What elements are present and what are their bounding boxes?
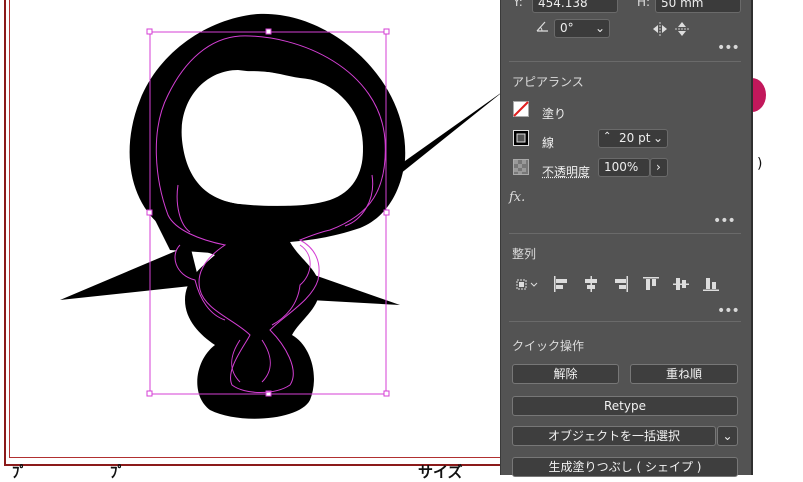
selection-handle-middle-left[interactable]	[147, 210, 152, 215]
angle-icon	[536, 19, 550, 33]
select-same-dropdown-button[interactable]: ⌄	[717, 426, 738, 446]
opacity-input[interactable]: 100%	[598, 158, 650, 177]
stroke-label[interactable]: 線	[542, 134, 554, 151]
selection-handle-bottom-right[interactable]	[384, 391, 389, 396]
fill-none-swatch-icon[interactable]	[513, 101, 529, 117]
align-vcenter-icon[interactable]	[673, 276, 689, 292]
generative-fill-button[interactable]: 生成塗りつぶし ( シェイプ )	[512, 457, 738, 477]
appearance-title: アピアランス	[512, 73, 584, 90]
align-to-icon[interactable]	[514, 276, 538, 292]
stepper-icon[interactable]: ⌃	[603, 128, 611, 145]
selection-handle-top-right[interactable]	[384, 29, 389, 34]
h-input[interactable]: 50 mm	[655, 0, 741, 13]
opacity-label[interactable]: 不透明度	[542, 163, 590, 180]
release-button[interactable]: 解除	[512, 364, 619, 384]
transform-more-button[interactable]: •••	[717, 40, 739, 56]
divider	[509, 61, 741, 62]
arrange-button[interactable]: 重ね順	[630, 364, 738, 384]
align-bottom-icon[interactable]	[703, 276, 719, 292]
fill-label[interactable]: 塗り	[542, 105, 566, 122]
y-input[interactable]: 454.138	[532, 0, 618, 13]
chevron-down-icon: ⌄	[722, 429, 732, 443]
spike-shape-left[interactable]	[60, 245, 200, 300]
side-text-fragment: )	[757, 156, 762, 172]
appearance-more-button[interactable]: •••	[713, 213, 735, 229]
panel-edge	[751, 0, 753, 475]
flip-horizontal-icon[interactable]	[652, 22, 668, 36]
selection-handle-middle-right[interactable]	[384, 210, 389, 215]
angle-select[interactable]: 0° ⌄	[554, 19, 610, 38]
opacity-chevron-button[interactable]: ›	[650, 158, 668, 177]
retype-button[interactable]: Retype	[512, 396, 738, 416]
divider	[509, 321, 741, 322]
chevron-down-icon: ⌄	[595, 20, 605, 37]
h-label: H:	[637, 0, 650, 9]
bottom-text-mid: ﾌﾟ	[110, 461, 125, 482]
align-left-icon[interactable]	[553, 276, 569, 292]
align-title: 整列	[512, 245, 536, 262]
bottom-text-right: サイズ	[418, 461, 463, 482]
selection-handle-top-center[interactable]	[266, 29, 271, 34]
properties-panel: Y: 454.138 H: 50 mm 0° ⌄ ••• アピアランス 塗り 線…	[500, 0, 752, 475]
align-hcenter-icon[interactable]	[583, 276, 599, 292]
align-top-icon[interactable]	[643, 276, 659, 292]
bottom-text-left: ﾌﾟ	[12, 461, 27, 482]
stroke-swatch-icon[interactable]	[513, 130, 529, 146]
stroke-weight-value: 20 pt	[619, 130, 650, 147]
flip-vertical-icon[interactable]	[675, 21, 689, 37]
align-right-icon[interactable]	[613, 276, 629, 292]
selection-handle-bottom-left[interactable]	[147, 391, 152, 396]
stroke-weight-input[interactable]: ⌃ 20 pt ⌄	[598, 129, 668, 148]
quick-actions-title: クイック操作	[512, 337, 584, 354]
chevron-down-icon[interactable]: ⌄	[653, 130, 663, 147]
fx-icon[interactable]: fx.	[509, 190, 525, 205]
angle-value: 0°	[560, 21, 574, 35]
y-label: Y:	[513, 0, 523, 9]
align-more-button[interactable]: •••	[717, 303, 739, 319]
selection-handle-top-left[interactable]	[147, 29, 152, 34]
opacity-checker-icon[interactable]	[513, 159, 529, 175]
divider	[509, 233, 741, 234]
select-same-objects-button[interactable]: オブジェクトを一括選択	[512, 426, 716, 446]
